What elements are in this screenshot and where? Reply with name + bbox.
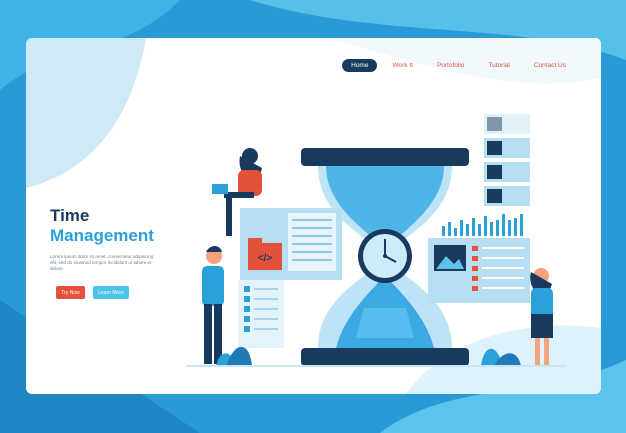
checklist-panel xyxy=(238,280,284,348)
hero-illustration: </> xyxy=(186,114,566,367)
woman-pointing xyxy=(530,268,553,366)
bar-chart-decoration xyxy=(442,214,523,236)
image-panel xyxy=(428,238,530,303)
code-panel: </> xyxy=(240,208,342,280)
man-with-checklist xyxy=(202,246,224,364)
landing-card: Home Work It Portofolio Tutorial Contact… xyxy=(26,38,601,394)
thumbnail-stack xyxy=(484,114,530,206)
code-icon: </> xyxy=(258,253,273,264)
